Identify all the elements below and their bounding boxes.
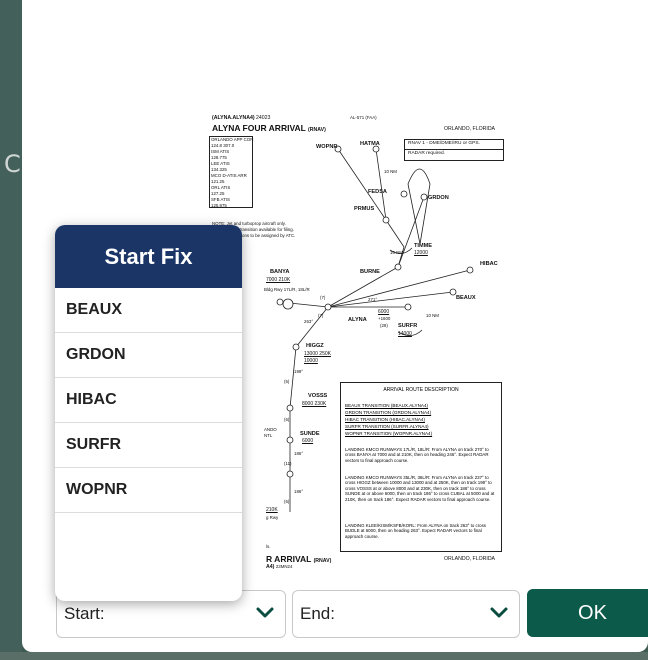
transition-line: BEAUX TRANSITION (BEAUX.ALYNA4) [345, 403, 429, 408]
distance-label: 10 NM [384, 169, 397, 174]
freq-line: ORL ATIS [211, 185, 231, 190]
freq-line: LEE ATIS [211, 161, 230, 166]
end-select-label: End: [300, 604, 335, 623]
fix-surfr-altitude: 14000 [398, 331, 412, 337]
ok-button[interactable]: OK [527, 589, 648, 637]
course-label: 6000 [378, 309, 390, 315]
freq-line: SFB ATIS [211, 197, 230, 202]
fix-grdon-label: GRDON [428, 195, 449, 201]
background-map [0, 0, 22, 660]
course-label: +1600 [378, 316, 391, 321]
fix-sunde-altitude: 6000 [302, 438, 314, 444]
start-select-label: Start: [64, 604, 105, 623]
fix-option-grdon[interactable]: GRDON [55, 333, 242, 378]
chart-footer-amdt: 23MN24 [275, 564, 293, 569]
fix-surfr-label: SURFR [398, 323, 418, 329]
course-label: 199° [294, 369, 304, 374]
transition-line: HIBAC TRANSITION (HIBAC.ALYNA4) [345, 417, 425, 422]
chart-header-code: (ALYNA.ALYNA4) [212, 115, 255, 121]
freq-line: ISM ATIS [211, 149, 230, 154]
freq-line: 124.8 307.0 [211, 143, 235, 148]
fix-banya-altitude: 7000 210K [266, 277, 291, 283]
course-label: (7) [318, 313, 324, 318]
chart-header-amdt: 24023 [256, 115, 271, 121]
runway-label: Bldg Rwy 17L/R, 18L/R [264, 287, 310, 292]
fix-option-beaux[interactable]: BEAUX [55, 288, 242, 333]
fix-option-surfr[interactable]: SURFR [55, 423, 242, 468]
chevron-down-icon [490, 607, 508, 618]
chart-fragment: ls. [266, 544, 271, 549]
chevron-down-icon [256, 607, 274, 618]
chart-footer-city: ORLANDO, FLORIDA [444, 556, 496, 562]
description-title: ARRIVAL ROUTE DESCRIPTION [383, 387, 459, 393]
course-label: (7) [320, 295, 326, 300]
chart-header-location: AL-571 (FAA) [350, 115, 377, 120]
background-map-glyph: C [4, 150, 21, 178]
freq-line: 127.25 [211, 191, 225, 196]
transition-line: GRDON TRANSITION (GRDON.ALYNA4) [345, 410, 432, 415]
description-paragraph: LANDING KMCO RUNWAYS 35L/R, 36L/R: From … [345, 475, 495, 502]
freq-line: 134.325 [211, 167, 227, 172]
fix-fedsa-label: FEDSA [368, 189, 387, 195]
chart-title: ALYNA FOUR ARRIVAL [212, 123, 306, 133]
freq-line: 125.975 [211, 203, 227, 208]
rnav-requirements-box: RNAV 1 - DME/DME/IRU or GPS. RADAR requi… [404, 139, 504, 161]
course-label: (11) [284, 461, 292, 466]
course-label: (29) [380, 323, 388, 328]
course-label: 186° [294, 451, 304, 456]
fix-higgz-altitude: 13000 250K [304, 351, 331, 357]
arrival-route-description: ARRIVAL ROUTE DESCRIPTION BEAUX TRANSITI… [340, 382, 502, 552]
chart-footer-title: R ARRIVAL [266, 554, 312, 564]
fix-hatma-label: HATMA [360, 141, 380, 147]
fix-option-wopnr[interactable]: WOPNR [55, 468, 242, 513]
freq-line: ORLANDO APP CON [211, 137, 254, 142]
course-label: (6) [284, 499, 290, 504]
chart-fragment: ANDO [264, 427, 277, 432]
arrival-chart[interactable]: (ALYNA.ALYNA4) 24023 AL-571 (FAA) ALYNA … [208, 112, 504, 574]
radar-requirement: RADAR required. [405, 148, 503, 159]
freq-line: 121.25 [211, 179, 225, 184]
transition-line: SURFR TRANSITION (SURFR.ALYNA4) [345, 424, 429, 429]
fix-alyna-label: ALYNA [348, 317, 367, 323]
course-label: (5) [284, 379, 290, 384]
freq-line: 128.775 [211, 155, 227, 160]
freq-line: MCO D-ATIS ARR [211, 173, 247, 178]
course-label: (6) [284, 417, 290, 422]
fix-beaux-label: BEAUX [456, 295, 476, 301]
end-fix-select[interactable]: End: [292, 590, 520, 638]
fix-higgz-altitude-lower: 10000 [304, 358, 318, 364]
fix-vosss-altitude: 8000 230K [302, 401, 327, 407]
chart-city: ORLANDO, FLORIDA [444, 126, 496, 132]
fix-option-hibac[interactable]: HIBAC [55, 378, 242, 423]
fix-timme-label: TIMME [414, 243, 433, 249]
distance-label: 10 NM [390, 250, 403, 255]
chart-fragment: 210K [266, 507, 278, 513]
fix-hibac-label: HIBAC [480, 261, 498, 267]
distance-label: 10 NM [426, 313, 439, 318]
fix-banya-label: BANYA [270, 269, 290, 275]
transition-line: WOPNR TRANSITION (WOPNR.ALYNA4) [345, 431, 433, 436]
chart-footer-code: A4) [266, 564, 275, 570]
chart-title-suffix: (RNAV) [308, 127, 326, 133]
fix-sunde-label: SUNDE [300, 431, 320, 437]
course-label: 263° [304, 319, 314, 324]
fix-timme-altitude: 12000 [414, 250, 428, 256]
rnav-requirement: RNAV 1 - DME/DME/IRU or GPS. [408, 141, 480, 146]
start-fix-popover: Start Fix BEAUX GRDON HIBAC SURFR WOPNR [55, 225, 242, 601]
popover-title: Start Fix [55, 225, 242, 288]
description-paragraph: LANDING KLEE/KISM/KSFB/KORL: From ALYNA … [345, 523, 487, 539]
background-map-bottom [0, 652, 648, 660]
fix-higgz-label: HIGGZ [306, 343, 324, 349]
chart-fragment: NTL [264, 433, 273, 438]
course-label: 186° [294, 489, 304, 494]
fix-burne-label: BURNE [360, 269, 380, 275]
chart-footer-suffix: (RNAV) [313, 558, 332, 564]
fix-wopnr-label: WOPNR [316, 144, 338, 150]
fix-prmus-label: PRMUS [354, 206, 375, 212]
course-label: 271° [368, 297, 378, 302]
chart-fragment: g Rwy [266, 515, 279, 520]
description-paragraph: LANDING KMCO RUNWAYS 17L/R, 18L/R: From … [345, 447, 489, 463]
fix-vosss-label: VOSSS [308, 393, 328, 399]
